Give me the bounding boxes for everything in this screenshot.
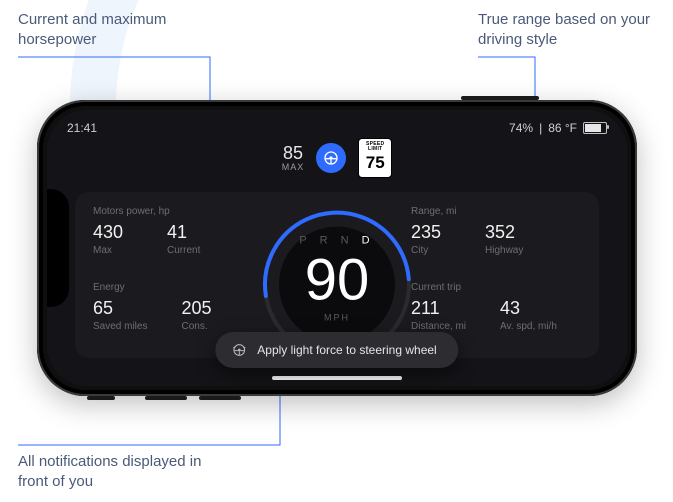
stat-hp-current: 41 Current: [167, 223, 207, 256]
steering-wheel-icon: [323, 150, 339, 166]
stat-current-trip: Current trip 211 Distance, mi 43 Av. spd…: [411, 282, 581, 332]
speed-unit: MPH: [257, 313, 417, 323]
steering-wheel-icon: [231, 342, 247, 358]
max-speed-label: MAX: [282, 163, 305, 172]
max-speed-block: 85 MAX: [282, 144, 305, 172]
stat-trip-avg-speed: 43 Av. spd, mi/h: [500, 299, 557, 332]
annotation-range: True range based on your driving style: [478, 10, 673, 51]
gear-selector: P R N D: [257, 235, 417, 247]
speed-limit-value: 75: [359, 154, 391, 171]
notification-text: Apply light force to steering wheel: [257, 343, 436, 357]
annotation-notifications: All notifications displayed in front of …: [18, 452, 218, 493]
phone-notch: [47, 189, 69, 307]
stat-consumption: 205 Cons.: [181, 299, 221, 332]
side-button: [461, 96, 539, 100]
phone-screen: 21:41 74% | 86 °F 85 MAX: [47, 110, 627, 386]
volume-buttons: [87, 396, 287, 400]
stat-energy: Energy 65 Saved miles 205 Cons.: [93, 282, 263, 332]
stat-saved-miles: 65 Saved miles: [93, 299, 147, 332]
speed-value: 90: [257, 247, 417, 314]
status-bar: 21:41 74% | 86 °F: [67, 120, 607, 136]
status-temperature: 86 °F: [548, 121, 577, 135]
stat-range-highway: 352 Highway: [485, 223, 525, 256]
battery-icon: [583, 122, 607, 134]
autopilot-button[interactable]: [316, 143, 346, 173]
max-speed-value: 85: [282, 144, 305, 163]
top-hud-row: 85 MAX SPEEDLIMIT 75: [47, 138, 627, 178]
speed-limit-label: SPEEDLIMIT: [359, 142, 391, 152]
status-battery-pct: 74%: [509, 121, 533, 135]
home-indicator[interactable]: [272, 376, 402, 380]
notification-toast[interactable]: Apply light force to steering wheel: [215, 332, 458, 368]
stat-hp-max: 430 Max: [93, 223, 133, 256]
stat-range: Range, mi 235 City 352 Highway: [411, 206, 581, 256]
stat-range-city: 235 City: [411, 223, 451, 256]
status-time: 21:41: [67, 121, 97, 135]
annotation-horsepower: Current and maximum horsepower: [18, 10, 218, 51]
stat-trip-distance: 211 Distance, mi: [411, 299, 466, 332]
stat-motors-power: Motors power, hp 430 Max 41 Current: [93, 206, 263, 256]
speed-limit-sign: SPEEDLIMIT 75: [358, 138, 392, 178]
status-temp-separator: |: [539, 121, 542, 135]
phone-device-frame: 21:41 74% | 86 °F 85 MAX: [37, 100, 637, 396]
